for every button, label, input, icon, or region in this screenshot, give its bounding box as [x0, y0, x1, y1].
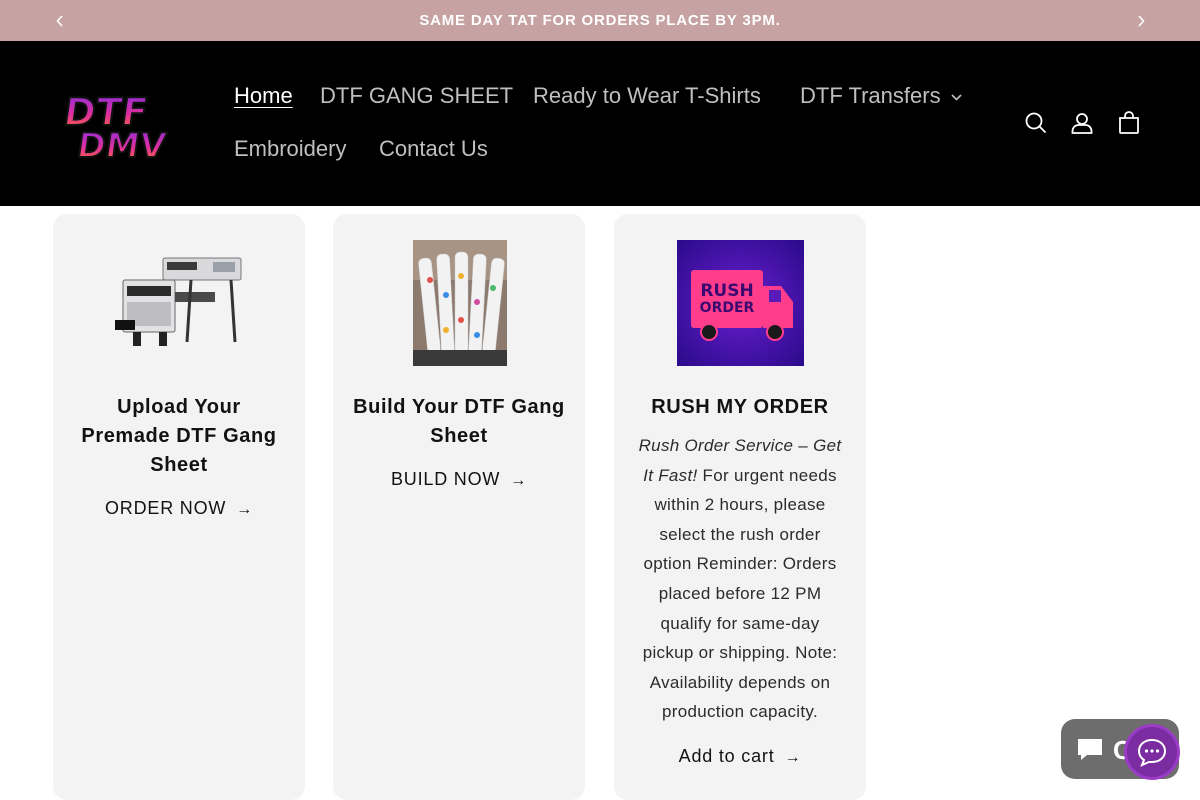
arrow-right-icon: → [510, 472, 528, 489]
product-card-build: Build Your DTF Gang Sheet BUILD NOW → [333, 214, 585, 800]
svg-text:ORDER: ORDER [700, 300, 755, 316]
dtf-printer-icon [115, 257, 242, 346]
svg-text:DMV: DMV [75, 126, 169, 165]
transfer-rolls-image[interactable] [413, 240, 507, 366]
nav-dtf-gang-sheet[interactable]: DTF GANG SHEET [320, 83, 513, 109]
arrow-right-icon: → [784, 749, 802, 766]
nav-dtf-transfers-label: DTF Transfers [800, 83, 941, 108]
announcement-text[interactable]: SAME DAY TAT FOR ORDERS PLACE BY 3PM. [419, 12, 780, 29]
card-title: Build Your DTF Gang Sheet [353, 396, 565, 447]
cart-button[interactable] [1116, 110, 1142, 136]
add-to-cart-label: Add to cart [678, 746, 775, 766]
add-to-cart-link[interactable]: Add to cart → [614, 746, 866, 767]
chat-bubble-button[interactable] [1124, 724, 1180, 780]
transfer-rolls-icon [413, 240, 507, 366]
order-now-link[interactable]: ORDER NOW → [53, 498, 305, 519]
order-now-label: ORDER NOW [104, 498, 227, 518]
svg-text:RUSH: RUSH [700, 281, 753, 301]
account-button[interactable] [1069, 110, 1095, 136]
chevron-down-icon [951, 90, 962, 104]
chat-bubble-icon [1137, 738, 1167, 767]
nav-home[interactable]: Home [234, 83, 293, 109]
rush-order-truck-icon: RUSH ORDER [677, 240, 804, 366]
card-title: Upload Your Premade DTF Gang Sheet [81, 396, 277, 476]
nav-embroidery[interactable]: Embroidery [234, 136, 346, 162]
announcement-bar: SAME DAY TAT FOR ORDERS PLACE BY 3PM. [0, 0, 1200, 41]
search-button[interactable] [1023, 110, 1049, 136]
nav-contact-us[interactable]: Contact Us [379, 136, 488, 162]
build-now-link[interactable]: BUILD NOW → [333, 469, 585, 490]
search-icon [1025, 112, 1047, 134]
rush-order-truck-image[interactable]: RUSH ORDER [677, 240, 804, 366]
rush-order-description: Rush Order Service – Get It Fast! For ur… [636, 431, 844, 727]
dtf-dmv-logo-icon: DTF DMV [60, 90, 170, 167]
product-card-upload: Upload Your Premade DTF Gang Sheet ORDER… [53, 214, 305, 800]
chat-icon [1078, 739, 1102, 760]
cart-icon [1119, 111, 1139, 134]
arrow-right-icon: → [236, 501, 253, 518]
chevron-right-icon [1138, 14, 1145, 27]
nav-ready-to-wear[interactable]: Ready to Wear T-Shirts [533, 83, 761, 109]
chevron-left-icon [56, 14, 63, 27]
rush-order-details: For urgent needs within 2 hours, please … [642, 465, 838, 722]
product-card-rush: RUSH ORDER RUSH MY ORDER Rush Order Serv… [614, 214, 866, 800]
site-header: DTF DMV Home DTF GANG SHEET Ready to Wea… [0, 41, 1200, 206]
site-logo[interactable]: DTF DMV [60, 85, 182, 167]
nav-dtf-transfers[interactable]: DTF Transfers [800, 83, 962, 109]
account-icon [1071, 113, 1093, 134]
announcement-next-button[interactable] [1121, 0, 1161, 41]
announcement-prev-button[interactable] [40, 0, 80, 41]
build-now-label: BUILD NOW [390, 469, 501, 489]
card-title: RUSH MY ORDER [651, 396, 829, 418]
dtf-printer-image[interactable] [113, 252, 243, 352]
